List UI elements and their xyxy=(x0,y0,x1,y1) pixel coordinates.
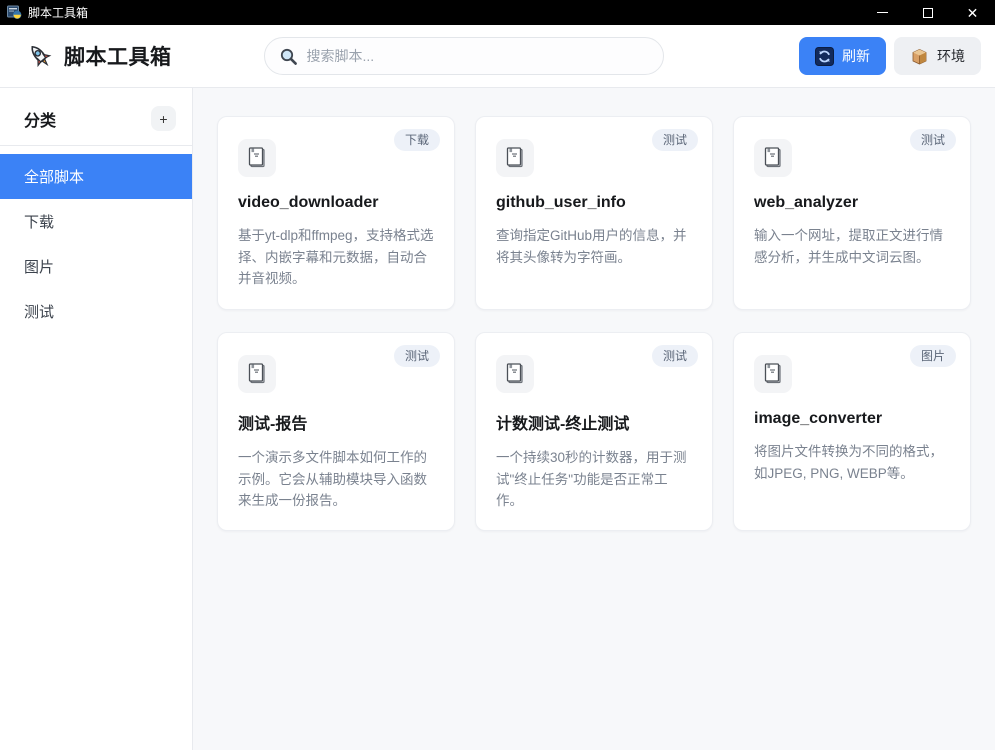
script-card[interactable]: 测试 测试-报告 一个演示多文件脚本如何工作的示例。它会从辅助模块导入函数来生成… xyxy=(217,332,455,531)
script-description: 一个持续30秒的计数器，用于测试"终止任务"功能是否正常工作。 xyxy=(496,447,692,512)
script-card[interactable]: 测试 web_analyzer 输入一个网址，提取正文进行情感分析，并生成中文词… xyxy=(733,116,971,310)
minimize-button[interactable] xyxy=(860,0,905,25)
script-title: video_downloader xyxy=(238,194,434,212)
script-card[interactable]: 测试 计数测试-终止测试 一个持续30秒的计数器，用于测试"终止任务"功能是否正… xyxy=(475,332,713,531)
category-badge: 下载 xyxy=(394,129,440,151)
script-title: 测试-报告 xyxy=(238,410,434,434)
script-title: web_analyzer xyxy=(754,194,950,212)
search-icon xyxy=(279,47,298,66)
script-icon-wrap xyxy=(496,355,534,393)
category-badge: 测试 xyxy=(652,129,698,151)
script-description: 输入一个网址，提取正文进行情感分析，并生成中文词云图。 xyxy=(754,225,950,268)
script-card-grid: 下载 video_downloader 基于yt-dlp和ffmpeg，支持格式… xyxy=(217,116,971,531)
category-badge: 图片 xyxy=(910,345,956,367)
refresh-button-label: 刷新 xyxy=(842,46,870,66)
script-description: 查询指定GitHub用户的信息，并将其头像转为字符画。 xyxy=(496,225,692,268)
window-controls: ✕ xyxy=(860,0,995,25)
sidebar: 分类 + 全部脚本 下载 图片 测试 xyxy=(0,88,193,750)
sidebar-item[interactable]: 下载 xyxy=(0,199,192,244)
sidebar-title: 分类 xyxy=(24,107,56,131)
sidebar-item[interactable]: 测试 xyxy=(0,289,192,334)
window-titlebar[interactable]: 脚本工具箱 ✕ xyxy=(0,0,995,25)
rocket-icon xyxy=(26,42,54,70)
script-icon-wrap xyxy=(754,355,792,393)
window-title: 脚本工具箱 xyxy=(28,4,88,21)
app-logo: 脚本工具箱 xyxy=(26,41,172,71)
notebook-icon xyxy=(504,146,526,170)
search-input[interactable] xyxy=(307,48,649,64)
maximize-button[interactable] xyxy=(905,0,950,25)
notebook-icon xyxy=(246,362,268,386)
sidebar-item-label: 下载 xyxy=(24,211,54,232)
minimize-icon xyxy=(877,12,888,13)
script-description: 将图片文件转换为不同的格式，如JPEG, PNG, WEBP等。 xyxy=(754,441,950,484)
sidebar-divider xyxy=(0,145,192,146)
category-badge: 测试 xyxy=(910,129,956,151)
refresh-icon xyxy=(815,47,834,66)
environment-button[interactable]: 环境 xyxy=(894,37,981,75)
close-icon: ✕ xyxy=(967,6,979,20)
script-icon-wrap xyxy=(496,139,534,177)
sidebar-item-label: 测试 xyxy=(24,301,54,322)
category-badge: 测试 xyxy=(394,345,440,367)
sidebar-nav: 全部脚本 下载 图片 测试 xyxy=(0,154,192,334)
script-icon-wrap xyxy=(754,139,792,177)
page-title: 脚本工具箱 xyxy=(64,41,172,71)
sidebar-item-label: 图片 xyxy=(24,256,54,277)
script-title: image_converter xyxy=(754,410,950,428)
package-icon xyxy=(910,47,929,66)
script-description: 基于yt-dlp和ffmpeg，支持格式选择、内嵌字幕和元数据，自动合并音视频。 xyxy=(238,225,434,290)
sidebar-item[interactable]: 图片 xyxy=(0,244,192,289)
environment-button-label: 环境 xyxy=(937,46,965,66)
notebook-icon xyxy=(762,146,784,170)
script-description: 一个演示多文件脚本如何工作的示例。它会从辅助模块导入函数来生成一份报告。 xyxy=(238,447,434,512)
header-actions: 刷新 环境 xyxy=(799,37,981,75)
app-header: 脚本工具箱 刷新 xyxy=(0,25,995,88)
notebook-icon xyxy=(762,362,784,386)
notebook-icon xyxy=(504,362,526,386)
sidebar-item[interactable]: 全部脚本 xyxy=(0,154,192,199)
close-button[interactable]: ✕ xyxy=(950,0,995,25)
script-card[interactable]: 下载 video_downloader 基于yt-dlp和ffmpeg，支持格式… xyxy=(217,116,455,310)
script-card[interactable]: 测试 github_user_info 查询指定GitHub用户的信息，并将其头… xyxy=(475,116,713,310)
titlebar-left: 脚本工具箱 xyxy=(0,4,860,21)
script-icon-wrap xyxy=(238,139,276,177)
app-window-icon xyxy=(7,5,22,20)
main-content: 下载 video_downloader 基于yt-dlp和ffmpeg，支持格式… xyxy=(193,88,995,750)
category-badge: 测试 xyxy=(652,345,698,367)
sidebar-item-label: 全部脚本 xyxy=(24,166,84,187)
app-body: 分类 + 全部脚本 下载 图片 测试 下载 xyxy=(0,88,995,750)
search-box[interactable] xyxy=(264,37,664,75)
refresh-button[interactable]: 刷新 xyxy=(799,37,886,75)
add-category-button[interactable]: + xyxy=(151,106,176,131)
script-title: 计数测试-终止测试 xyxy=(496,410,692,434)
plus-icon: + xyxy=(159,111,167,127)
sidebar-header: 分类 + xyxy=(0,106,192,131)
notebook-icon xyxy=(246,146,268,170)
script-card[interactable]: 图片 image_converter 将图片文件转换为不同的格式，如JPEG, … xyxy=(733,332,971,531)
script-title: github_user_info xyxy=(496,194,692,212)
maximize-icon xyxy=(923,8,933,18)
script-icon-wrap xyxy=(238,355,276,393)
